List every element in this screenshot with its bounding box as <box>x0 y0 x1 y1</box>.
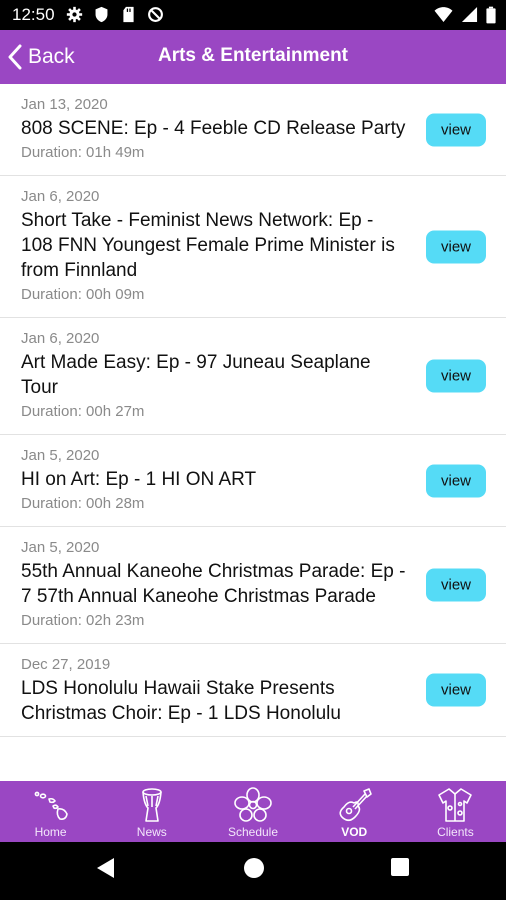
episode-date: Jan 13, 2020 <box>21 96 108 113</box>
islands-icon <box>34 791 68 820</box>
view-button[interactable]: view <box>426 568 486 602</box>
back-triangle-icon[interactable] <box>96 857 116 879</box>
episode-duration: Duration: 00h 09m <box>21 286 145 303</box>
episode-list[interactable]: Jan 13, 2020 808 SCENE: Ep - 4 Feeble CD… <box>0 84 506 781</box>
episode-date: Jan 5, 2020 <box>21 539 100 556</box>
episode-title: Short Take - Feminist News Network: Ep -… <box>21 210 395 281</box>
page-title: Arts & Entertainment <box>157 45 349 66</box>
tab-label: Clients <box>437 825 474 839</box>
episode-title: 808 SCENE: Ep - 4 Feeble CD Release Part… <box>21 118 406 139</box>
view-button[interactable]: view <box>426 113 486 146</box>
status-system-icons <box>434 6 496 24</box>
episode-duration: Duration: 00h 28m <box>21 495 145 512</box>
list-item: Jan 13, 2020 808 SCENE: Ep - 4 Feeble CD… <box>0 84 506 176</box>
tab-clients[interactable]: Clients <box>405 781 506 842</box>
episode-title: 55th Annual Kaneohe Christmas Parade: Ep… <box>21 561 406 607</box>
status-notification-icons <box>66 6 164 23</box>
view-button[interactable]: view <box>426 464 486 497</box>
tab-label: News <box>136 825 167 839</box>
battery-icon <box>486 6 496 24</box>
episode-duration: Duration: 02h 23m <box>21 612 145 629</box>
drum-icon <box>141 788 162 822</box>
tab-schedule[interactable]: Schedule <box>202 781 303 842</box>
app-header: Back Arts & Entertainment <box>0 30 506 84</box>
tab-label: Home <box>34 825 67 839</box>
episode-date: Dec 27, 2019 <box>21 656 111 673</box>
episode-title: Art Made Easy: Ep - 97 Juneau Seaplane T… <box>21 352 371 398</box>
ukulele-icon <box>339 788 373 822</box>
status-time: 12:50 <box>12 5 55 24</box>
signal-icon <box>461 6 478 23</box>
aloha-shirt-icon <box>438 788 473 822</box>
episode-duration: Duration: 01h 49m <box>21 144 145 161</box>
hibiscus-icon <box>234 787 272 822</box>
home-circle-icon[interactable] <box>243 857 265 879</box>
episode-duration: Duration: 00h 27m <box>21 403 145 420</box>
episode-title: LDS Honolulu Hawaii Stake Presents Chris… <box>21 678 341 724</box>
view-button[interactable]: view <box>426 359 486 393</box>
system-navigation-bar <box>0 842 506 900</box>
list-item: Dec 27, 2019 LDS Honolulu Hawaii Stake P… <box>0 644 506 737</box>
tab-news[interactable]: News <box>101 781 202 842</box>
episode-title: HI on Art: Ep - 1 HI ON ART <box>21 469 257 490</box>
list-item: Jan 6, 2020 Art Made Easy: Ep - 97 Junea… <box>0 318 506 435</box>
recents-square-icon[interactable] <box>390 857 410 877</box>
view-button[interactable]: view <box>426 673 486 707</box>
settings-gear-icon <box>66 6 83 23</box>
list-item: Jan 5, 2020 HI on Art: Ep - 1 HI ON ART … <box>0 435 506 527</box>
episode-date: Jan 5, 2020 <box>21 447 100 464</box>
shield-icon <box>93 6 110 23</box>
data-saver-icon <box>147 6 164 23</box>
tab-vod[interactable]: VOD <box>304 781 405 842</box>
episode-date: Jan 6, 2020 <box>21 188 100 205</box>
tab-label: VOD <box>341 825 368 839</box>
status-bar: 12:50 <box>0 0 506 30</box>
list-item: Jan 6, 2020 Short Take - Feminist News N… <box>0 176 506 318</box>
sd-card-icon <box>120 6 137 23</box>
tab-label: Schedule <box>227 825 279 839</box>
list-item: Jan 5, 2020 55th Annual Kaneohe Christma… <box>0 527 506 644</box>
bottom-tab-bar: Home News Schedule VOD Clients <box>0 781 506 842</box>
episode-date: Jan 6, 2020 <box>21 330 100 347</box>
wifi-icon <box>434 7 453 23</box>
tab-home[interactable]: Home <box>0 781 101 842</box>
view-button[interactable]: view <box>426 230 486 263</box>
